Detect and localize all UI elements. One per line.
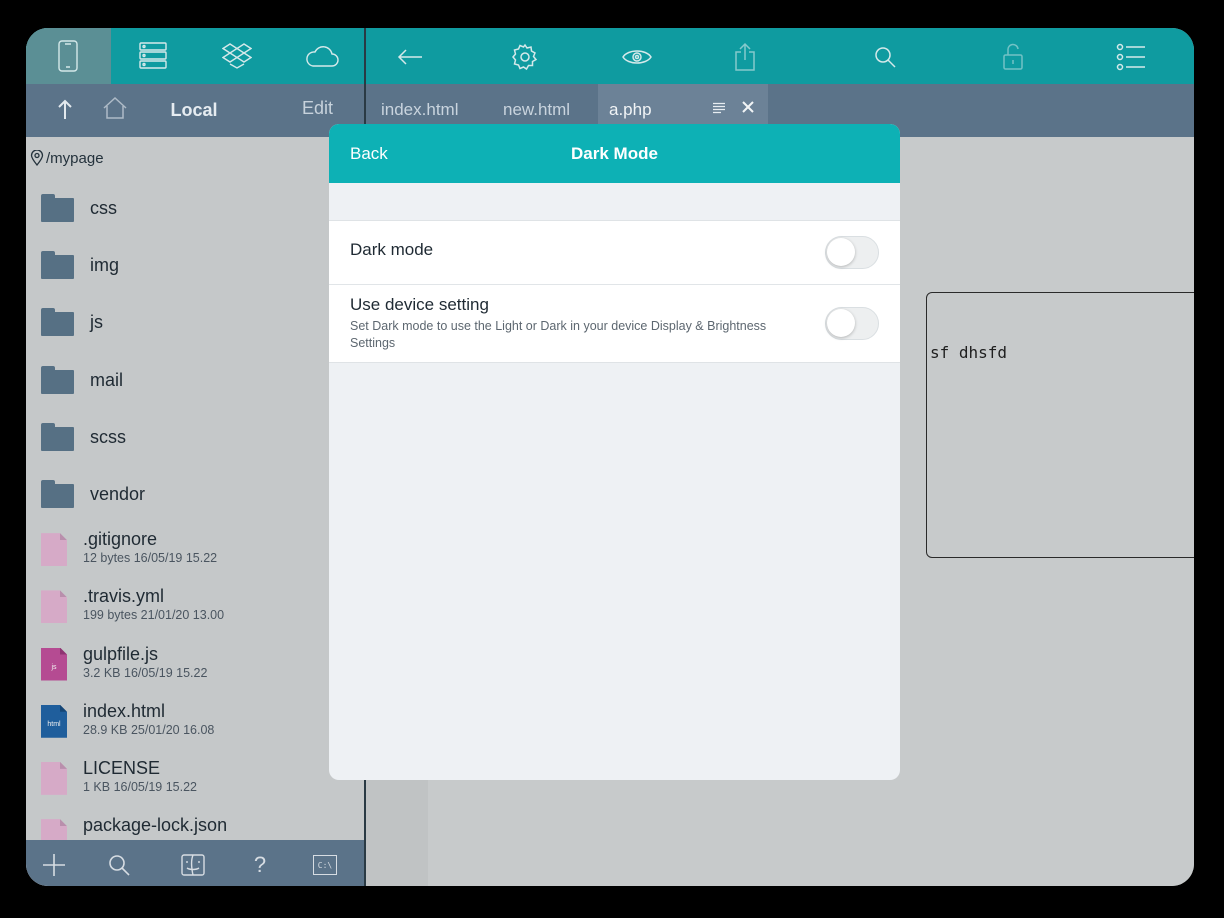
folder-name: img: [90, 255, 120, 276]
file-row-license[interactable]: LICENSE 1 KB 16/05/19 15.22: [26, 752, 364, 809]
share-icon[interactable]: [730, 42, 760, 72]
terminal-icon[interactable]: C:\: [312, 852, 338, 878]
setting-label: Dark mode: [350, 240, 434, 259]
tab-new-html[interactable]: new.html: [503, 100, 570, 120]
list-icon[interactable]: [1116, 42, 1146, 72]
search-icon[interactable]: [106, 852, 132, 878]
folder-name: js: [90, 312, 103, 333]
file-browser-bottom-toolbar: ? C:\: [26, 840, 364, 886]
app-screen: Local Edit /mypage css img js mail scss …: [26, 28, 1194, 886]
folder-icon: [41, 422, 74, 451]
dropbox-storage-tab[interactable]: [195, 28, 280, 84]
finder-icon[interactable]: [180, 852, 206, 878]
folder-icon: [41, 365, 74, 394]
server-storage-tab[interactable]: [111, 28, 196, 84]
setting-label: Use device setting: [350, 295, 489, 314]
folder-icon: [41, 251, 74, 280]
file-icon: [41, 761, 67, 795]
file-row-index-html[interactable]: html index.html 28.9 KB 25/01/20 16.08: [26, 695, 364, 752]
folder-row-vendor[interactable]: vendor: [26, 466, 364, 523]
editor-toolbar: [366, 28, 1194, 84]
file-name: index.html: [83, 700, 166, 721]
tab-index-html[interactable]: index.html: [381, 100, 458, 120]
dark-mode-row[interactable]: Dark mode: [329, 221, 900, 284]
file-icon: [41, 590, 67, 624]
file-row-gulpfile[interactable]: js gulpfile.js 3.2 KB 16/05/19 15.22: [26, 638, 364, 695]
search-icon[interactable]: [870, 42, 900, 72]
current-path: /mypage: [26, 146, 104, 170]
back-arrow-icon[interactable]: [395, 42, 425, 72]
file-row-gitignore[interactable]: .gitignore 12 bytes 16/05/19 15.22: [26, 523, 364, 580]
location-pin-icon: [30, 150, 44, 166]
setting-description: Set Dark mode to use the Light or Dark i…: [350, 319, 767, 350]
file-name: package-lock.json: [83, 815, 228, 836]
tab-label: a.php: [609, 100, 652, 119]
file-meta: 199 bytes 21/01/20 13.00: [83, 608, 225, 623]
file-browser-nav-bar: Local Edit: [26, 84, 364, 137]
folder-row-img[interactable]: img: [26, 237, 364, 294]
folder-icon: [41, 479, 74, 508]
file-name: .gitignore: [83, 529, 158, 550]
folder-name: css: [90, 198, 117, 218]
folder-name: mail: [90, 369, 124, 390]
folder-row-scss[interactable]: scss: [26, 409, 364, 466]
tablet-device-frame: Local Edit /mypage css img js mail scss …: [0, 0, 1224, 918]
folder-row-css[interactable]: css: [26, 180, 364, 237]
dark-mode-settings-dialog: Back Dark Mode Dark mode Use device sett…: [329, 124, 900, 780]
dark-mode-toggle[interactable]: [825, 236, 879, 269]
html-file-icon: html: [41, 704, 67, 738]
outline-menu-icon[interactable]: [712, 101, 726, 119]
device-storage-tab[interactable]: [26, 28, 111, 84]
use-device-setting-row[interactable]: Use device setting Set Dark mode to use …: [329, 285, 900, 364]
file-meta: 1 KB 16/05/19 15.22: [83, 779, 197, 794]
dropbox-icon: [222, 43, 253, 69]
use-device-setting-toggle[interactable]: [825, 307, 879, 340]
lock-icon[interactable]: [998, 42, 1028, 72]
edit-button[interactable]: Edit: [302, 98, 333, 119]
dialog-title: Dark Mode: [571, 144, 658, 163]
close-tab-icon[interactable]: [742, 100, 754, 118]
file-browser-pane: Local Edit /mypage css img js mail scss …: [26, 28, 364, 886]
server-icon: [139, 42, 167, 69]
file-icon: [41, 533, 67, 567]
location-title: Local: [170, 100, 218, 120]
settings-group: Dark mode Use device setting Set Dark mo…: [329, 220, 900, 363]
dialog-header: Back Dark Mode: [329, 124, 900, 183]
folder-row-mail[interactable]: mail: [26, 352, 364, 409]
code-line: sf dhsfd: [930, 343, 1008, 362]
folder-name: scss: [90, 426, 126, 447]
folder-name: vendor: [90, 483, 146, 504]
up-directory-icon[interactable]: [54, 96, 76, 122]
code-popup-outline: [926, 292, 1194, 558]
file-name: LICENSE: [83, 757, 161, 778]
home-icon[interactable]: [102, 95, 128, 121]
path-text: /mypage: [46, 149, 104, 167]
js-file-icon: js: [41, 647, 67, 681]
add-icon[interactable]: [41, 852, 67, 878]
file-meta: 28.9 KB 25/01/20 16.08: [83, 722, 215, 737]
file-name: .travis.yml: [83, 586, 164, 607]
device-icon: [58, 40, 78, 72]
cloud-icon: [305, 46, 339, 67]
file-meta: 12 bytes 16/05/19 15.22: [83, 551, 218, 566]
folder-row-js[interactable]: js: [26, 294, 364, 351]
preview-eye-icon[interactable]: [622, 42, 652, 72]
settings-icon[interactable]: [510, 42, 540, 72]
folder-icon: [41, 308, 74, 337]
help-icon[interactable]: ?: [247, 852, 273, 878]
cloud-storage-tab[interactable]: [280, 28, 365, 84]
file-name: gulpfile.js: [83, 643, 159, 664]
file-meta: 3.2 KB 16/05/19 15.22: [83, 665, 208, 680]
folder-icon: [41, 194, 74, 222]
file-list: css img js mail scss vendor .gitignore 1…: [26, 180, 364, 866]
terminal-label: C:\: [313, 855, 337, 875]
file-row-travis[interactable]: .travis.yml 199 bytes 21/01/20 13.00: [26, 580, 364, 637]
storage-source-toolbar: [26, 28, 364, 84]
